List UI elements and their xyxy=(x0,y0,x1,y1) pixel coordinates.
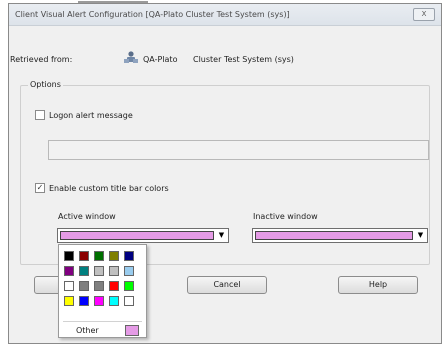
palette-color-swatch[interactable] xyxy=(94,251,104,261)
title-bar: Client Visual Alert Configuration [QA-Pl… xyxy=(9,4,441,26)
palette-color-swatch[interactable] xyxy=(94,266,104,276)
cancel-button[interactable]: Cancel xyxy=(187,276,267,294)
inactive-window-color-select[interactable]: ▼ xyxy=(252,228,428,243)
palette-color-swatch[interactable] xyxy=(109,296,119,306)
active-color-swatch xyxy=(60,231,214,240)
chevron-down-icon[interactable]: ▼ xyxy=(414,229,427,242)
palette-color-swatch[interactable] xyxy=(109,251,119,261)
logon-alert-checkbox[interactable] xyxy=(35,110,45,120)
active-window-color-select[interactable]: ▼ xyxy=(57,228,229,243)
palette-color-swatch[interactable] xyxy=(109,266,119,276)
palette-color-swatch[interactable] xyxy=(109,281,119,291)
palette-color-swatch[interactable] xyxy=(79,296,89,306)
palette-color-swatch[interactable] xyxy=(124,251,134,261)
active-window-label: Active window xyxy=(58,212,116,221)
system-name: Cluster Test System (sys) xyxy=(193,55,294,64)
custom-colors-label: Enable custom title bar colors xyxy=(49,184,169,193)
help-button[interactable]: Help xyxy=(338,276,418,294)
palette-color-swatch[interactable] xyxy=(64,296,74,306)
other-color-label[interactable]: Other xyxy=(76,326,99,335)
server-icon xyxy=(124,51,138,63)
palette-color-swatch[interactable] xyxy=(64,266,74,276)
other-color-swatch[interactable] xyxy=(125,325,139,336)
close-button[interactable]: X xyxy=(413,8,435,21)
custom-colors-checkbox[interactable]: ✓ xyxy=(35,183,45,193)
inactive-color-swatch xyxy=(255,231,413,240)
palette-color-swatch[interactable] xyxy=(64,251,74,261)
retrieved-from-label: Retrieved from: xyxy=(10,55,73,64)
palette-color-swatch[interactable] xyxy=(79,266,89,276)
inactive-window-label: Inactive window xyxy=(253,212,318,221)
popup-divider xyxy=(63,321,142,322)
palette-color-swatch[interactable] xyxy=(124,266,134,276)
palette-color-swatch[interactable] xyxy=(64,281,74,291)
palette-color-swatch[interactable] xyxy=(94,281,104,291)
palette-color-swatch[interactable] xyxy=(94,296,104,306)
color-picker-popup: Other xyxy=(58,244,147,338)
palette-color-swatch[interactable] xyxy=(79,281,89,291)
chevron-down-icon[interactable]: ▼ xyxy=(215,229,228,242)
palette-color-swatch[interactable] xyxy=(124,281,134,291)
options-legend: Options xyxy=(28,80,63,89)
logon-alert-message-field[interactable] xyxy=(48,140,429,160)
server-name: QA-Plato xyxy=(143,55,178,64)
palette-color-swatch[interactable] xyxy=(124,296,134,306)
palette-color-swatch[interactable] xyxy=(79,251,89,261)
logon-alert-label: Logon alert message xyxy=(49,111,133,120)
window-title: Client Visual Alert Configuration [QA-Pl… xyxy=(15,10,290,19)
